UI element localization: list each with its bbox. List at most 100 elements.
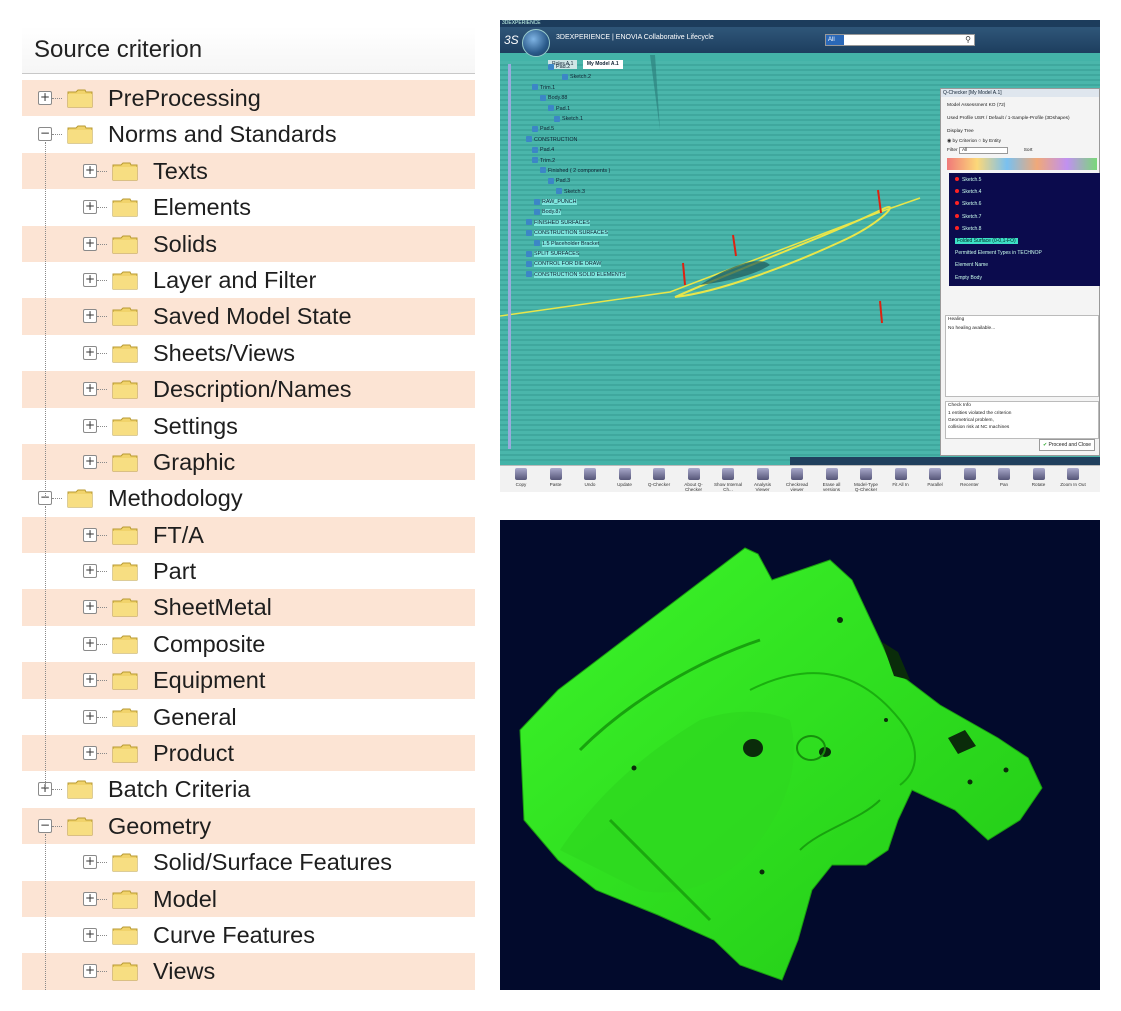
tree-row[interactable]: + Sheets/Views [22,334,475,372]
search-scope[interactable]: All [826,35,844,45]
tree-row[interactable]: + Graphic [22,443,475,481]
tree-row[interactable]: + Composite [22,625,475,663]
toolbar-button[interactable]: Pan [989,468,1019,487]
spec-tree-node[interactable]: Body.88 [522,93,712,103]
filter-select[interactable]: All [959,147,1009,154]
spec-tree-node[interactable]: RAW_PUNCH [522,197,712,207]
proceed-and-close-button[interactable]: ✔ Proceed and Close [1039,439,1095,451]
spec-tree-node[interactable]: CONSTRUCTION [522,135,712,145]
tree-scrollbar[interactable] [508,64,511,449]
tree-row[interactable]: − Geometry [22,807,475,845]
toolbar-button[interactable]: Erase all versions [817,468,847,492]
spec-tree-node[interactable]: Finished ( 2 components ) [522,166,712,176]
toolbar-button[interactable]: Rotate [1024,468,1054,487]
expand-icon[interactable]: + [83,673,97,688]
qchecker-tree-item[interactable]: Sketch.4 [955,189,981,195]
expand-icon[interactable]: + [83,746,97,761]
expand-icon[interactable]: + [83,564,97,579]
tree-row[interactable]: + Product [22,735,475,772]
expand-icon[interactable]: + [83,309,97,324]
tree-row[interactable]: + SheetMetal [22,589,475,626]
tree-row[interactable]: + FT/A [22,516,475,554]
tree-row[interactable]: + PreProcessing [22,80,475,117]
qchecker-tree-item[interactable]: Element Name [955,262,988,268]
filter-row[interactable]: Filter All Sort [947,147,1033,154]
expand-icon[interactable]: + [83,345,97,360]
expand-icon[interactable]: + [83,709,97,724]
expand-icon[interactable]: + [83,600,97,615]
qchecker-tree-item[interactable]: Empty Body [955,275,982,281]
collapse-icon[interactable]: − [38,127,52,142]
tree-row[interactable]: + Equipment [22,662,475,699]
expand-icon[interactable]: + [83,418,97,433]
spec-tree-node[interactable]: Pad.2 [522,62,712,72]
expand-icon[interactable]: + [83,636,97,651]
spec-tree-node[interactable]: Sketch.3 [522,187,712,197]
tree-row[interactable]: + Solids [22,225,475,262]
qchecker-tree-item[interactable]: Sketch.8 [955,225,981,232]
spec-tree-node[interactable]: FINISHED SURFACES [522,218,712,228]
toolbar-button[interactable]: Analysis Viewer [748,468,778,492]
tree-row[interactable]: + Views [22,953,475,990]
expand-icon[interactable]: + [83,454,97,469]
qchecker-tree-item[interactable]: Sketch.6 [955,201,981,207]
tree-row[interactable]: − Methodology [22,480,475,517]
collapse-icon[interactable]: − [38,818,52,833]
toolbar-button[interactable]: About Q-Checker [679,468,709,492]
tree-row[interactable]: + Layer and Filter [22,261,475,299]
toolbar-button[interactable]: Q-Checker [644,468,674,487]
tree-row[interactable]: − Norms and Standards [22,116,475,153]
search-input[interactable]: All ⚲ [825,34,975,46]
toolbar-button[interactable]: Recenter [955,468,985,487]
tree-row[interactable]: + Part [22,553,475,590]
expand-icon[interactable]: + [83,527,97,542]
expand-icon[interactable]: + [83,891,97,906]
tree-row[interactable]: + Elements [22,189,475,226]
expand-icon[interactable]: + [38,91,52,105]
qchecker-tree-item[interactable]: Sketch.5 [955,177,981,183]
spec-tree-node[interactable]: Pad.4 [522,145,712,155]
tree-row[interactable]: + Description/Names [22,371,475,408]
toolbar-button[interactable]: Checkread viewer [782,468,812,492]
spec-tree-node[interactable]: CONSTRUCTION SURFACES [522,228,712,238]
tree-row[interactable]: + Settings [22,407,475,444]
expand-icon[interactable]: + [83,200,97,215]
spec-tree-node[interactable]: Pad.5 [522,124,712,134]
toolbar-button[interactable]: Paste [541,468,571,487]
spec-tree-node[interactable]: Pad.1 [522,104,712,114]
expand-icon[interactable]: + [83,964,97,979]
spec-tree-node[interactable]: Sketch.1 [522,114,712,124]
tree-row[interactable]: + General [22,698,475,736]
expand-icon[interactable]: + [83,382,97,397]
spec-tree-node[interactable]: 1.5 Placeholder Bracket [522,239,712,249]
tree-row[interactable]: + Solid/Surface Features [22,844,475,881]
spec-tree-node[interactable]: SPLIT SURFACES [522,249,712,259]
spec-tree-node[interactable]: CONSTRUCTION SOLID ELEMENTS [522,270,712,280]
tree-row[interactable]: + Saved Model State [22,298,475,335]
compass-icon[interactable] [522,29,550,57]
qchecker-tree-item[interactable]: Permitted Element Types in TECHNOP [955,250,1042,256]
toolbar-button[interactable]: Update [610,468,640,487]
tree-row[interactable]: + Texts [22,152,475,190]
expand-icon[interactable]: + [83,272,97,287]
qchecker-tree-item[interactable]: Folded Surface (0-0,1-FO) [955,238,1018,244]
qchecker-tree-item[interactable]: Sketch.7 [955,213,981,220]
toolbar-button[interactable]: Undo [575,468,605,487]
toolbar-button[interactable]: Copy [506,468,536,487]
spec-tree-node[interactable]: Trim.1 [522,83,712,93]
expand-icon[interactable]: + [83,163,97,178]
spec-tree-node[interactable]: Pad.3 [522,176,712,186]
spec-tree-node[interactable]: Body.87 [522,207,712,217]
toolbar-button[interactable]: Model-Type Q-Checker [851,468,881,492]
qchecker-toolbar[interactable] [947,158,1097,170]
tree-row[interactable]: + Curve Features [22,916,475,954]
by-criterion-radio[interactable]: ◉ by Criterion ○ by Entity [947,139,1001,144]
expand-icon[interactable]: + [83,927,97,942]
toolbar-button[interactable]: Parallel [920,468,950,487]
spec-tree-node[interactable]: Sketch.2 [522,72,712,82]
spec-tree-node[interactable]: Trim.2 [522,156,712,166]
expand-icon[interactable]: + [83,236,97,251]
toolbar-button[interactable]: Show Internal Ch... [713,468,743,492]
spec-tree-node[interactable]: CONTROL FOR DIE DRAW [522,259,712,269]
tree-row[interactable]: + Model [22,880,475,917]
